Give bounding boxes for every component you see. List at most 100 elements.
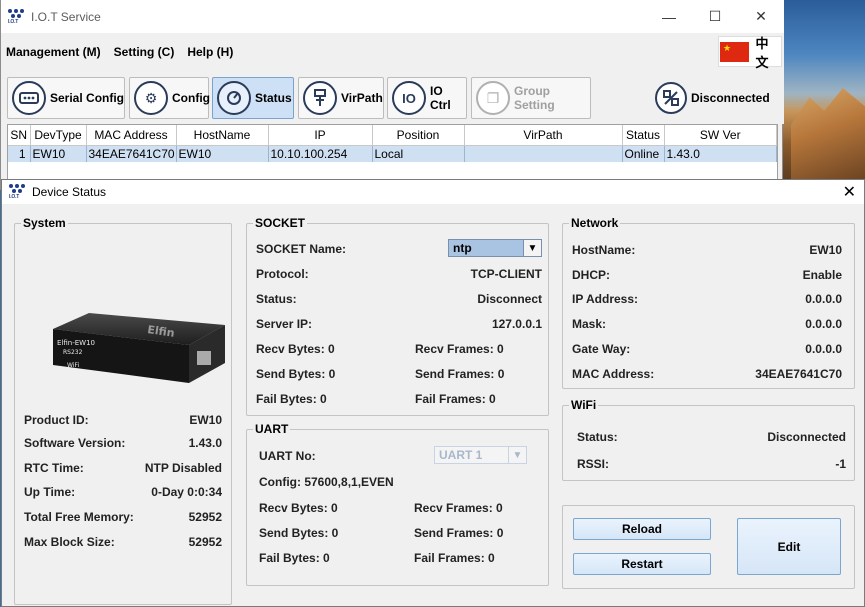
total-free-memory-label: Total Free Memory:: [24, 510, 134, 524]
status-button[interactable]: Status: [212, 77, 294, 119]
cell-position: Local: [372, 145, 465, 162]
ip-address-value: 0.0.0.0: [805, 292, 842, 306]
socket-fail-bytes: Fail Bytes: 0: [256, 392, 327, 406]
cell-sn: 1: [8, 145, 31, 162]
uart-no-label: UART No:: [259, 449, 316, 463]
socket-recv-frames: Recv Frames: 0: [415, 342, 504, 356]
cell-swver: 1.43.0: [664, 145, 777, 162]
disconnected-icon: [655, 82, 687, 114]
menu-setting[interactable]: Setting (C): [109, 45, 180, 59]
device-table: SN DevType MAC Address HostName IP Posit…: [7, 124, 778, 180]
socket-group: SOCKET SOCKET Name: ntp ▼ Protocol: TCP-…: [246, 216, 549, 416]
uart-legend: UART: [253, 422, 291, 436]
wifi-legend: WiFi: [569, 398, 599, 412]
actions-group: Reload Restart Edit: [562, 505, 855, 589]
col-hostname[interactable]: HostName: [176, 125, 269, 146]
desktop-background: [783, 0, 865, 180]
server-ip-label: Server IP:: [256, 317, 313, 331]
dialog-title-bar: I.O.T Device Status ✕: [2, 180, 864, 204]
server-ip-value: 127.0.0.1: [491, 317, 542, 331]
uart-fail-frames: Fail Frames: 0: [414, 551, 495, 565]
maximize-button[interactable]: ☐: [692, 0, 738, 33]
max-block-size-label: Max Block Size:: [24, 535, 115, 549]
svg-text:Elfin-EW10: Elfin-EW10: [57, 339, 95, 347]
chevron-down-icon: ▼: [523, 240, 541, 256]
network-legend: Network: [569, 216, 621, 230]
dialog-close-button[interactable]: ✕: [843, 182, 856, 202]
virpath-button[interactable]: VirPath: [298, 77, 384, 119]
close-button[interactable]: ✕: [738, 0, 784, 33]
protocol-value: TCP-CLIENT: [470, 267, 542, 281]
virpath-icon: [303, 81, 337, 115]
socket-recv-bytes: Recv Bytes: 0: [256, 342, 335, 356]
col-status[interactable]: Status: [622, 125, 665, 146]
group-setting-button[interactable]: ❐ Group Setting: [471, 77, 591, 119]
socket-send-frames: Send Frames: 0: [415, 367, 505, 381]
total-free-memory-value: 52952: [188, 510, 222, 524]
io-ctrl-button[interactable]: IO IO Ctrl: [387, 77, 467, 119]
socket-fail-frames: Fail Frames: 0: [415, 392, 496, 406]
main-window: I.O.T I.O.T Service — ☐ ✕ Management (M)…: [0, 0, 784, 190]
window-title: I.O.T Service: [31, 9, 101, 24]
table-header: SN DevType MAC Address HostName IP Posit…: [8, 125, 777, 146]
rssi-label: RSSI:: [577, 457, 610, 471]
group-setting-icon: ❐: [476, 81, 510, 115]
hostname-value: EW10: [809, 243, 842, 257]
device-status-dialog: I.O.T Device Status ✕ System Elfin Elfin…: [1, 179, 865, 607]
dialog-title: Device Status: [32, 185, 107, 199]
language-switch[interactable]: ★ 中文: [718, 36, 782, 70]
serial-config-button[interactable]: Serial Config: [7, 77, 125, 119]
dhcp-value: Enable: [802, 268, 842, 282]
uart-fail-bytes: Fail Bytes: 0: [259, 551, 330, 565]
cell-status: Online: [622, 145, 665, 162]
uart-send-bytes: Send Bytes: 0: [259, 526, 339, 540]
restart-button[interactable]: Restart: [573, 553, 711, 575]
col-devtype[interactable]: DevType: [30, 125, 87, 146]
max-block-size-value: 52952: [188, 535, 222, 549]
edit-button[interactable]: Edit: [737, 518, 841, 575]
svg-text:RS232: RS232: [63, 349, 83, 356]
dialog-app-icon: I.O.T: [9, 184, 25, 200]
config-button[interactable]: ⚙ Config: [129, 77, 210, 119]
socket-name-select[interactable]: ntp ▼: [448, 239, 542, 257]
socket-status-label: Status:: [256, 292, 297, 306]
svg-text:WiFi: WiFi: [67, 362, 79, 369]
up-time-label: Up Time:: [24, 485, 76, 499]
uart-recv-bytes: Recv Bytes: 0: [259, 501, 338, 515]
table-row[interactable]: 1 EW10 34EAE7641C70 EW10 10.10.100.254 L…: [8, 145, 777, 162]
menu-management[interactable]: Management (M): [1, 45, 106, 59]
rssi-value: -1: [835, 457, 846, 471]
status-icon: [217, 81, 251, 115]
reload-button[interactable]: Reload: [573, 518, 711, 540]
dhcp-label: DHCP:: [572, 268, 610, 282]
software-version-value: 1.43.0: [188, 436, 222, 450]
wifi-status-label: Status:: [577, 430, 618, 444]
col-swver[interactable]: SW Ver: [664, 125, 777, 146]
uart-no-select[interactable]: UART 1 ▼: [434, 446, 527, 464]
col-mac[interactable]: MAC Address: [86, 125, 177, 146]
china-flag-icon: ★: [720, 41, 750, 62]
wifi-status-value: Disconnected: [767, 430, 846, 444]
ip-address-label: IP Address:: [572, 292, 639, 306]
rtc-time-label: RTC Time:: [24, 461, 84, 475]
col-position[interactable]: Position: [372, 125, 465, 146]
mac-address-label: MAC Address:: [572, 367, 655, 381]
col-sn[interactable]: SN: [8, 125, 31, 146]
socket-legend: SOCKET: [253, 216, 308, 230]
minimize-button[interactable]: —: [646, 0, 692, 33]
product-id-label: Product ID:: [24, 413, 89, 427]
chevron-down-icon: ▼: [508, 447, 526, 463]
col-virpath[interactable]: VirPath: [464, 125, 623, 146]
mask-label: Mask:: [572, 317, 607, 331]
col-ip[interactable]: IP: [268, 125, 373, 146]
up-time-value: 0-Day 0:0:34: [151, 485, 222, 499]
wifi-group: WiFi Status: Disconnected RSSI: -1: [562, 398, 855, 481]
connection-status[interactable]: Disconnected: [651, 77, 770, 119]
app-icon: I.O.T: [8, 8, 24, 25]
network-group: Network HostName: EW10 DHCP: Enable IP A…: [562, 216, 855, 389]
menu-bar: Management (M) Setting (C) Help (H) ★ 中文: [1, 33, 784, 70]
menu-help[interactable]: Help (H): [182, 45, 238, 59]
cell-virpath: [464, 145, 623, 162]
uart-recv-frames: Recv Frames: 0: [414, 501, 503, 515]
serial-icon: [12, 81, 46, 115]
